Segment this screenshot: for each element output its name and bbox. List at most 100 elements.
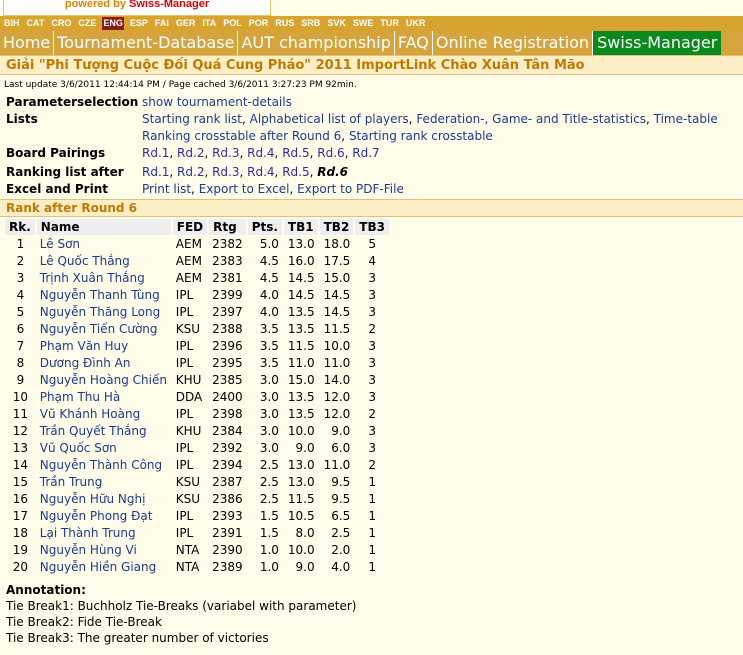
- language-cro[interactable]: CRO: [50, 17, 72, 30]
- player-name-link[interactable]: Nguyễn Phong Đạt: [40, 509, 153, 523]
- cell-fed: NTA: [171, 558, 209, 575]
- cell-tb1: 13.0: [282, 473, 319, 490]
- language-bih[interactable]: BIH: [3, 17, 21, 30]
- cell-tb2: 9.0: [318, 422, 355, 439]
- cell-tb2: 17.5: [318, 252, 355, 269]
- time-table-link[interactable]: Time-table: [654, 112, 718, 126]
- cell-rating: 2396: [208, 337, 247, 354]
- language-ger[interactable]: GER: [175, 17, 197, 30]
- board-pairings-round-1-link[interactable]: Rd.1: [142, 146, 169, 160]
- cell-fed: IPL: [171, 337, 209, 354]
- player-name-link[interactable]: Trịnh Xuân Thắng: [40, 271, 145, 285]
- cell-tb1: 8.0: [282, 524, 319, 541]
- board-pairings-round-7-link[interactable]: Rd.7: [352, 146, 379, 160]
- cell-rating: 2391: [208, 524, 247, 541]
- language-cze[interactable]: CZE: [77, 17, 97, 30]
- language-tur[interactable]: TUR: [379, 17, 400, 30]
- language-por[interactable]: POR: [248, 17, 270, 30]
- player-name-link[interactable]: Nguyễn Thăng Long: [40, 305, 160, 319]
- cell-points: 3.5: [246, 337, 283, 354]
- nav-faq[interactable]: FAQ: [395, 31, 433, 55]
- print-list-link[interactable]: Print list: [142, 182, 191, 196]
- cell-rank: 12: [5, 422, 36, 439]
- nav-online-registration[interactable]: Online Registration: [433, 31, 594, 55]
- cell-tb2: 6.0: [318, 439, 355, 456]
- cell-rank: 6: [5, 320, 36, 337]
- cell-rating: 2383: [208, 252, 247, 269]
- ranking-list-round-4-link[interactable]: Rd.4: [247, 165, 274, 179]
- player-name-link[interactable]: Nguyễn Thanh Tùng: [40, 288, 160, 302]
- language-pol[interactable]: POL: [222, 17, 243, 30]
- player-name-link[interactable]: Nguyễn Hiền Giang: [40, 560, 156, 574]
- export-excel-link[interactable]: Export to Excel: [199, 182, 290, 196]
- language-bar: BIH CAT CRO CZE ENG ESP FAI GER ITA POL POR RUS SRB S…: [0, 16, 743, 31]
- nav-aut-championship[interactable]: AUT championship: [238, 31, 395, 55]
- ranking-list-round-1-link[interactable]: Rd.1: [142, 165, 169, 179]
- cell-name: Nguyễn Hiền Giang: [35, 558, 172, 575]
- table-row: 17 Nguyễn Phong Đạt IPL 2393 1.5 10.5 6.5 1: [5, 507, 390, 524]
- player-name-link[interactable]: Trần Quyết Thắng: [40, 424, 147, 438]
- player-name-link[interactable]: Nguyễn Hoàng Chiến: [40, 373, 167, 387]
- ranking-list-round-2-link[interactable]: Rd.2: [177, 165, 204, 179]
- player-name-link[interactable]: Vũ Quốc Sơn: [40, 441, 117, 455]
- cell-rank: 17: [5, 507, 36, 524]
- player-name-link[interactable]: Nguyễn Hữu Nghị: [40, 492, 146, 506]
- language-rus[interactable]: RUS: [274, 17, 295, 30]
- export-pdf-link[interactable]: Export to PDF-File: [297, 182, 404, 196]
- show-tournament-details-link[interactable]: show tournament-details: [142, 95, 292, 109]
- player-name-link[interactable]: Lại Thành Trung: [40, 526, 136, 540]
- cell-rating: 2399: [208, 286, 247, 303]
- cell-tb1: 13.5: [282, 388, 319, 405]
- nav-tournament-database[interactable]: Tournament-Database: [54, 31, 239, 55]
- starting-rank-crosstable-link[interactable]: Starting rank crosstable: [349, 129, 493, 143]
- player-name-link[interactable]: Vũ Khánh Hoàng: [40, 407, 140, 421]
- starting-rank-list-link[interactable]: Starting rank list: [142, 112, 242, 126]
- ranking-crosstable-link[interactable]: Ranking crosstable after Round 6: [142, 129, 341, 143]
- board-pairings-round-6-link[interactable]: Rd.6: [317, 146, 344, 160]
- language-swe[interactable]: SWE: [352, 17, 375, 30]
- table-row: 20 Nguyễn Hiền Giang NTA 2389 1.0 9.0 4.0 1: [5, 558, 390, 575]
- table-row: 4 Nguyễn Thanh Tùng IPL 2399 4.0 14.5 14.5 3: [5, 286, 390, 303]
- player-name-link[interactable]: Nguyễn Tiến Cường: [40, 322, 158, 336]
- language-cat[interactable]: CAT: [26, 17, 46, 30]
- alphabetical-list-link[interactable]: Alphabetical list of players: [250, 112, 409, 126]
- cell-rank: 13: [5, 439, 36, 456]
- ranking-list-round-3-link[interactable]: Rd.3: [212, 165, 239, 179]
- board-pairings-round-4-link[interactable]: Rd.4: [247, 146, 274, 160]
- player-name-link[interactable]: Nguyễn Hùng Vi: [40, 543, 137, 557]
- player-name-link[interactable]: Trần Trung: [40, 475, 103, 489]
- cell-name: Vũ Quốc Sơn: [35, 439, 172, 456]
- language-svk[interactable]: SVK: [326, 17, 347, 30]
- cell-rank: 15: [5, 473, 36, 490]
- cell-tb1: 9.0: [282, 439, 319, 456]
- board-pairings-round-2-link[interactable]: Rd.2: [177, 146, 204, 160]
- cell-rating: 2384: [208, 422, 247, 439]
- cell-tb2: 9.5: [318, 473, 355, 490]
- board-pairings-round-3-link[interactable]: Rd.3: [212, 146, 239, 160]
- cell-fed: AEM: [171, 252, 209, 269]
- cell-tb3: 1: [354, 541, 390, 558]
- nav-swiss-manager[interactable]: Swiss-Manager: [593, 31, 722, 55]
- ranking-list-round-5-link[interactable]: Rd.5: [282, 165, 309, 179]
- federation-statistics-link[interactable]: Federation-, Game- and Title-statistics: [416, 112, 646, 126]
- language-esp[interactable]: ESP: [129, 17, 149, 30]
- board-pairings-round-5-link[interactable]: Rd.5: [282, 146, 309, 160]
- player-name-link[interactable]: Dương Đình An: [40, 356, 131, 370]
- cell-name: Nguyễn Thành Công: [35, 456, 172, 473]
- nav-home[interactable]: Home: [0, 31, 55, 55]
- cell-tb3: 3: [354, 286, 390, 303]
- language-ukr[interactable]: UKR: [405, 17, 427, 30]
- language-srb[interactable]: SRB: [300, 17, 321, 30]
- player-name-link[interactable]: Nguyễn Thành Công: [40, 458, 162, 472]
- cell-tb2: 12.0: [318, 388, 355, 405]
- player-name-link[interactable]: Phạm Thu Hà: [40, 390, 120, 404]
- language-fai[interactable]: FAI: [154, 17, 170, 30]
- language-eng[interactable]: ENG: [102, 17, 124, 30]
- language-ita[interactable]: ITA: [201, 17, 217, 30]
- cell-fed: KSU: [171, 320, 209, 337]
- player-name-link[interactable]: Phạm Văn Huy: [40, 339, 128, 353]
- cell-tb1: 13.0: [282, 456, 319, 473]
- player-name-link[interactable]: Lê Sơn: [40, 237, 80, 251]
- player-name-link[interactable]: Lê Quốc Thắng: [40, 254, 130, 268]
- cell-name: Phạm Văn Huy: [35, 337, 172, 354]
